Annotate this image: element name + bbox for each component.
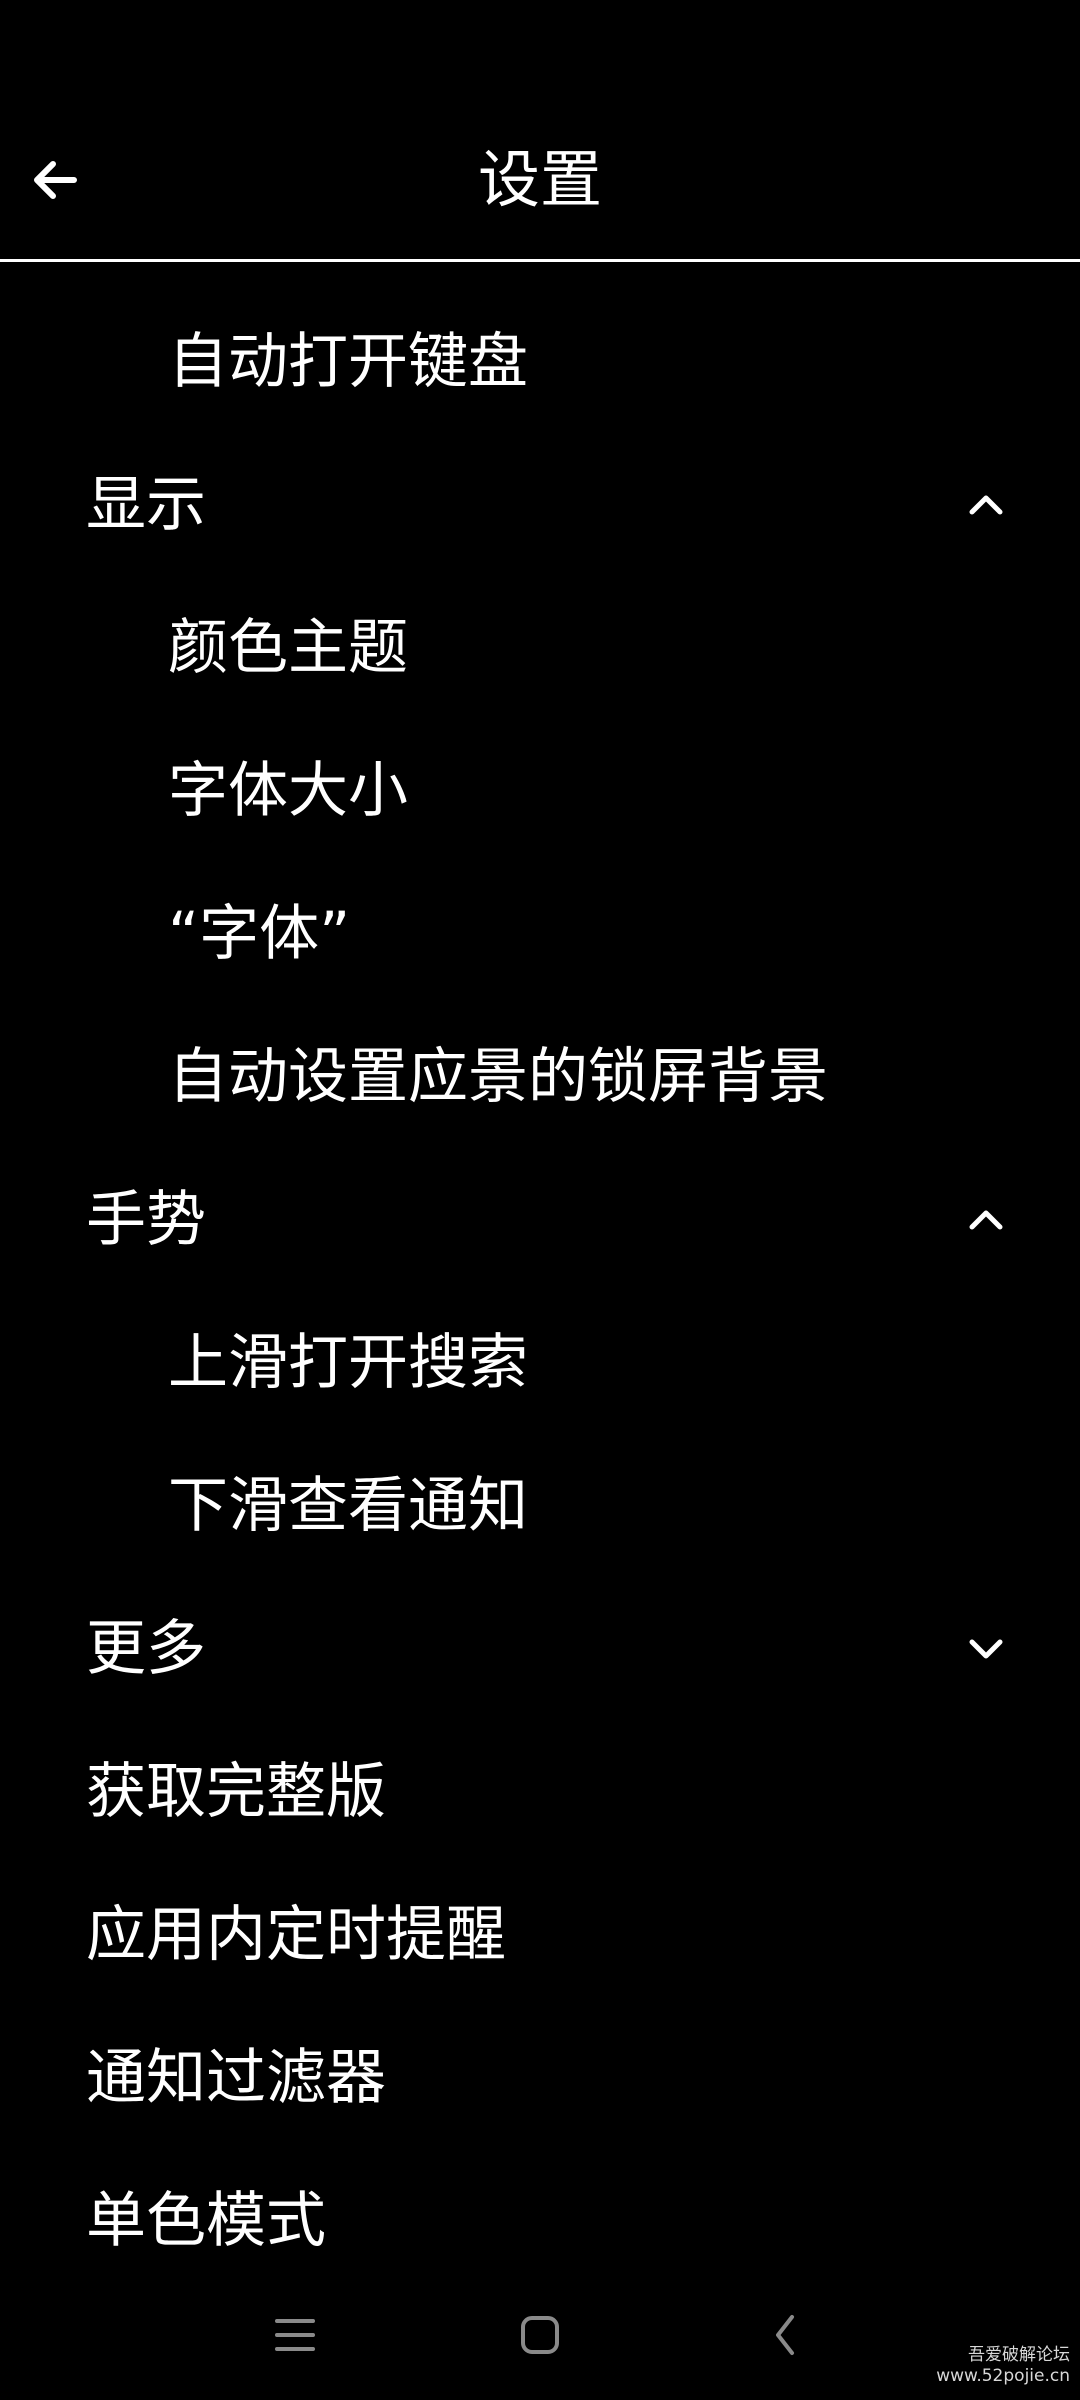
setting-label: 下滑查看通知	[168, 1470, 528, 1541]
setting-label: 自动设置应景的锁屏背景	[168, 1041, 828, 1112]
setting-auto-lockscreen-wallpaper[interactable]: 自动设置应景的锁屏背景	[0, 1005, 1080, 1148]
section-label: 显示	[86, 469, 206, 540]
setting-label: 颜色主题	[168, 612, 408, 683]
setting-label: 字体大小	[168, 755, 408, 826]
recents-button[interactable]	[250, 2290, 340, 2380]
setting-font-size[interactable]: 字体大小	[0, 719, 1080, 862]
settings-list: 自动打开键盘 显示 颜色主题 字体大小 “字体” 自动设置应景的锁屏背景 手势 …	[0, 290, 1080, 2292]
section-label: 更多	[86, 1613, 206, 1684]
page-title: 设置	[477, 143, 602, 216]
setting-label: “字体”	[168, 898, 351, 969]
app-bar: 设置	[0, 0, 1080, 262]
chevron-up-icon[interactable]	[956, 1190, 1016, 1250]
setting-label: 获取完整版	[86, 1756, 386, 1827]
setting-notification-filter[interactable]: 通知过滤器	[0, 2006, 1080, 2149]
setting-label: 上滑打开搜索	[168, 1327, 528, 1398]
chevron-down-icon[interactable]	[956, 1619, 1016, 1679]
setting-label: 应用内定时提醒	[86, 1899, 506, 1970]
section-label: 手势	[86, 1184, 206, 1255]
setting-label: 通知过滤器	[86, 2042, 386, 2113]
back-chevron-icon	[776, 2315, 794, 2355]
setting-get-full-version[interactable]: 获取完整版	[0, 1720, 1080, 1863]
watermark-line2: www.52pojie.cn	[936, 2366, 1070, 2386]
section-more[interactable]: 更多	[0, 1577, 1080, 1720]
home-icon	[521, 2316, 559, 2354]
setting-swipe-down-notifications[interactable]: 下滑查看通知	[0, 1434, 1080, 1577]
system-back-button[interactable]	[740, 2290, 830, 2380]
watermark-line1: 吾爱破解论坛	[968, 2345, 1070, 2365]
section-gestures[interactable]: 手势	[0, 1148, 1080, 1291]
menu-icon	[275, 2319, 315, 2351]
home-button[interactable]	[495, 2290, 585, 2380]
setting-in-app-timer-reminder[interactable]: 应用内定时提醒	[0, 1863, 1080, 2006]
system-navigation-bar	[0, 2270, 1080, 2400]
setting-label: 单色模式	[86, 2185, 326, 2256]
setting-font[interactable]: “字体”	[0, 862, 1080, 1005]
setting-auto-open-keyboard[interactable]: 自动打开键盘	[0, 290, 1080, 433]
setting-label: 自动打开键盘	[168, 326, 528, 397]
watermark: 吾爱破解论坛 www.52pojie.cn	[936, 2345, 1070, 2387]
section-display[interactable]: 显示	[0, 433, 1080, 576]
chevron-up-icon[interactable]	[956, 475, 1016, 535]
setting-color-theme[interactable]: 颜色主题	[0, 576, 1080, 719]
setting-swipe-up-search[interactable]: 上滑打开搜索	[0, 1291, 1080, 1434]
